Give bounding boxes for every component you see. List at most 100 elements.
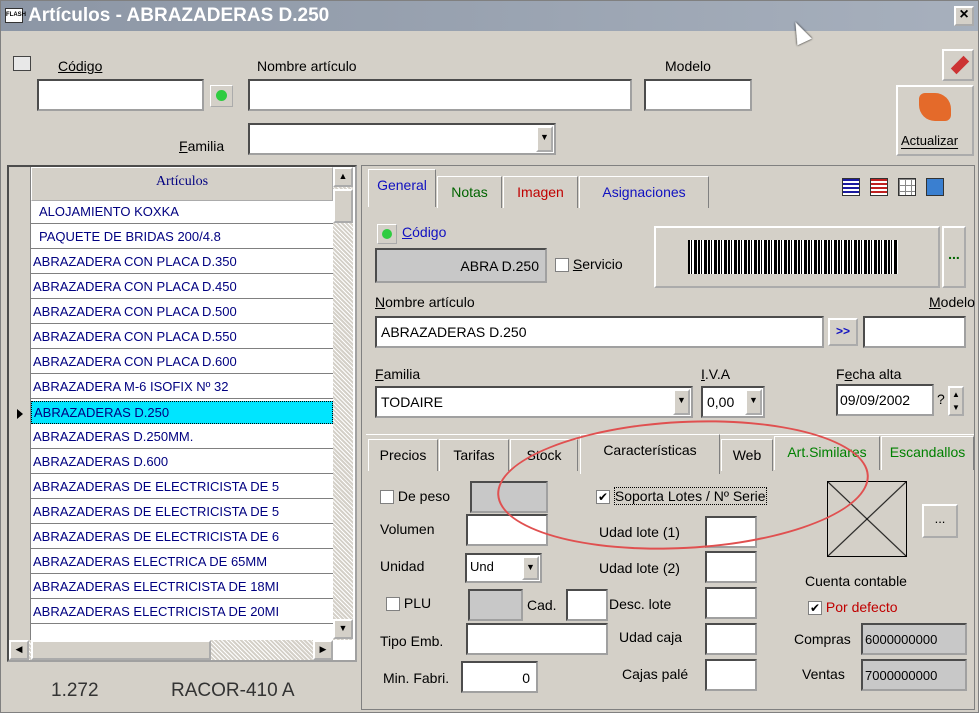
search-panel: Código Nombre artículo Modelo Familia ▼ … xyxy=(1,31,978,161)
cad-field[interactable] xyxy=(566,589,608,621)
tab-art-similares[interactable]: Art.Similares xyxy=(774,436,880,470)
hscroll-thumb[interactable] xyxy=(31,640,211,660)
volumen-field[interactable] xyxy=(466,514,548,546)
familia-detail-label: Familia xyxy=(375,366,421,382)
familia-select[interactable]: ▼ xyxy=(248,123,556,155)
de-peso-field[interactable] xyxy=(470,481,548,513)
list-item[interactable]: ABRAZADERA CON PLACA D.450 xyxy=(31,276,333,299)
green-search-icon[interactable] xyxy=(210,85,233,107)
list-item[interactable]: ABRAZADERAS DE ELECTRICISTA DE 5 xyxy=(31,476,333,499)
tab-imagen[interactable]: Imagen xyxy=(503,176,578,208)
nombre-value: ABRAZADERAS D.250 xyxy=(381,324,527,340)
familia-label: Familia xyxy=(179,138,225,154)
scroll-thumb[interactable] xyxy=(333,189,353,223)
desc-lote-field[interactable] xyxy=(705,587,757,619)
de-peso-checkbox[interactable]: De peso xyxy=(380,488,450,505)
tab-web[interactable]: Web xyxy=(721,439,773,471)
image-dots-button[interactable]: ... xyxy=(922,504,958,538)
barcode-dots-button[interactable]: ... xyxy=(942,226,966,288)
list-item[interactable]: ABRAZADERAS DE ELECTRICISTA DE 5 xyxy=(31,501,333,524)
plu-field[interactable] xyxy=(468,589,523,621)
tab-precios[interactable]: Precios xyxy=(368,439,438,471)
scroll-up-icon[interactable]: ▲ xyxy=(333,167,353,187)
udad-caja-label: Udad caja xyxy=(619,629,683,645)
tab-notas[interactable]: Notas xyxy=(437,176,502,208)
general-codigo-label: Código xyxy=(402,224,447,240)
tab-tarifas[interactable]: Tarifas xyxy=(439,439,509,471)
codigo-search-input[interactable] xyxy=(37,79,204,111)
image-placeholder[interactable] xyxy=(827,481,907,557)
tab-stock[interactable]: Stock xyxy=(510,439,578,471)
chevron-down-icon[interactable]: ▼ xyxy=(522,556,539,580)
ventas-field[interactable]: 7000000000 xyxy=(861,659,967,691)
list-item[interactable]: ABRAZADERAS DE ELECTRICISTA DE 6 xyxy=(31,526,333,549)
actualizar-button[interactable]: Actualizar xyxy=(896,85,974,156)
horizontal-scrollbar[interactable]: ◀ ▶ xyxy=(9,640,333,660)
vertical-scrollbar[interactable]: ▲ ▼ xyxy=(333,167,353,640)
list-item[interactable]: ABRAZADERA CON PLACA D.550 xyxy=(31,326,333,349)
udad-lote1-label: Udad lote (1) xyxy=(599,524,680,540)
compras-field[interactable]: 6000000000 xyxy=(861,623,967,655)
unidad-select[interactable]: Und ▼ xyxy=(465,553,542,583)
list-item[interactable]: ABRAZADERAS D.250 xyxy=(31,401,333,424)
list-item[interactable]: ABRAZADERAS ELECTRICA DE 65MM xyxy=(31,551,333,574)
codigo-field[interactable]: ABRA D.250 xyxy=(375,248,547,283)
list-item[interactable]: ALOJAMIENTO KOXKA xyxy=(31,201,333,224)
list-item[interactable]: ABRAZADERAS D.600 xyxy=(31,451,333,474)
app-icon: FLASH xyxy=(5,8,26,23)
list-item[interactable]: ABRAZADERAS ELECTRICISTA DE 20MI xyxy=(31,601,333,624)
filter-icon[interactable] xyxy=(13,56,31,71)
list-item[interactable]: ABRAZADERAS D.250MM. xyxy=(31,426,333,449)
modelo-field[interactable] xyxy=(863,316,966,348)
tab-asignaciones[interactable]: Asignaciones xyxy=(579,176,709,208)
scroll-right-icon[interactable]: ▶ xyxy=(313,640,333,660)
chevron-down-icon[interactable]: ▼ xyxy=(745,389,762,415)
list-view-icon[interactable] xyxy=(842,178,860,196)
chevron-down-icon[interactable]: ▼ xyxy=(536,126,553,152)
modelo-detail-label: Modelo xyxy=(929,294,975,310)
barcode-icon xyxy=(688,240,898,274)
scroll-left-icon[interactable]: ◀ xyxy=(9,640,29,660)
chevron-down-icon[interactable]: ▼ xyxy=(673,389,690,415)
servicio-checkbox[interactable]: Servicio xyxy=(555,256,623,273)
codigo-label: Código xyxy=(58,58,103,74)
modelo-search-input[interactable] xyxy=(644,79,752,111)
list-header[interactable]: Artículos xyxy=(31,167,333,201)
tipo-emb-field[interactable] xyxy=(466,623,608,655)
tab-caracteristicas[interactable]: Características xyxy=(580,434,720,474)
close-button[interactable]: × xyxy=(954,6,974,26)
window-title: Artículos - ABRAZADERAS D.250 xyxy=(28,5,330,26)
udad-caja-field[interactable] xyxy=(705,623,757,655)
tab-general[interactable]: General xyxy=(368,169,436,207)
nombre-search-input[interactable] xyxy=(248,79,632,111)
list-item[interactable]: ABRAZADERA M-6 ISOFIX Nº 32 xyxy=(31,376,333,399)
nombre-articulo-field[interactable]: ABRAZADERAS D.250 xyxy=(375,316,824,348)
cajas-pale-label: Cajas palé xyxy=(622,666,689,682)
list-item[interactable]: ABRAZADERA CON PLACA D.600 xyxy=(31,351,333,374)
min-fabri-field[interactable]: 0 xyxy=(461,661,538,693)
fecha-alta-field[interactable]: 09/09/2002 xyxy=(836,384,934,416)
familia-detail-select[interactable]: TODAIRE ▼ xyxy=(375,386,693,418)
grid-icon[interactable] xyxy=(898,178,916,196)
udad-lote2-field[interactable] xyxy=(705,551,757,583)
fecha-spin-icon[interactable]: ▲ ▼ xyxy=(948,386,964,416)
list-item[interactable]: ABRAZADERAS ELECTRICISTA DE 18MI xyxy=(31,576,333,599)
book-icon[interactable] xyxy=(926,178,944,196)
tab-escandallos[interactable]: Escandallos xyxy=(881,436,974,470)
list-item[interactable]: ABRAZADERA CON PLACA D.500 xyxy=(31,301,333,324)
barcode-display xyxy=(654,226,940,288)
udad-lote1-field[interactable] xyxy=(705,516,757,548)
eraser-icon[interactable] xyxy=(942,49,974,81)
scroll-down-icon[interactable]: ▼ xyxy=(333,619,353,639)
fecha-help-button[interactable]: ? xyxy=(937,391,945,407)
plu-checkbox[interactable]: PLU xyxy=(386,595,431,612)
list-item[interactable]: ABRAZADERA CON PLACA D.350 xyxy=(31,251,333,274)
iva-select[interactable]: 0,00 ▼ xyxy=(701,386,765,418)
cajas-pale-field[interactable] xyxy=(705,659,757,691)
soporta-lotes-checkbox[interactable]: ✔ Soporta Lotes / Nº Serie xyxy=(596,487,767,505)
report-icon[interactable] xyxy=(870,178,888,196)
arrow-button[interactable]: >> xyxy=(828,318,858,346)
list-item[interactable]: PAQUETE DE BRIDAS 200/4.8 xyxy=(31,226,333,249)
por-defecto-checkbox[interactable]: ✔ Por defecto xyxy=(808,599,898,616)
codigo-green-icon[interactable] xyxy=(377,224,397,244)
